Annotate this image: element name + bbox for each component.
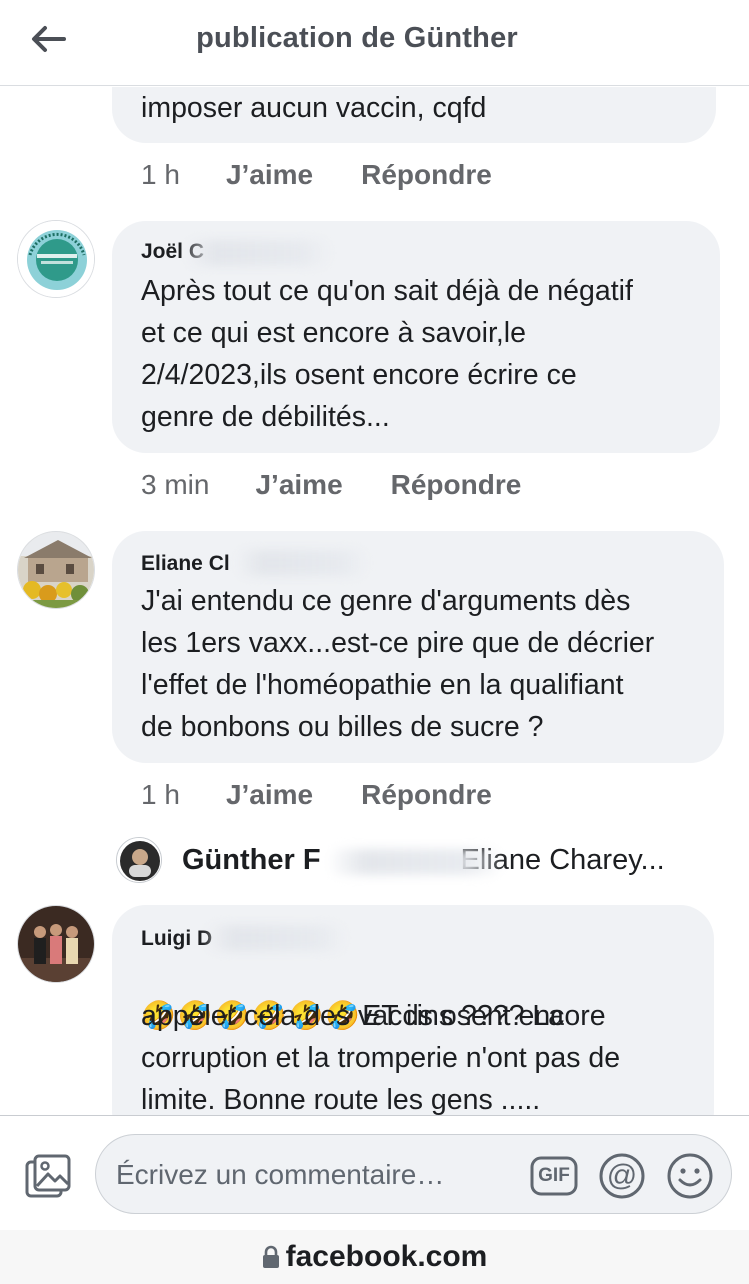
url-text: facebook.com	[285, 1240, 488, 1273]
badge-avatar-icon	[18, 221, 94, 297]
emoji-icon[interactable]	[666, 1152, 714, 1200]
comment-author[interactable]: Luigi D	[141, 927, 212, 951]
avatar	[116, 837, 162, 883]
comment-actions: 1 h J’aime Répondre	[141, 779, 540, 811]
redaction-blur	[330, 849, 502, 875]
top-bar: publication de Günther	[0, 0, 749, 86]
gif-icon[interactable]: GIF	[530, 1152, 578, 1200]
gif-label: GIF	[538, 1165, 570, 1186]
redaction-blur	[236, 550, 368, 576]
comments-feed[interactable]: imposer aucun vaccin, cqfd 1 h J’aime Ré…	[0, 87, 749, 1115]
mention-icon[interactable]: @	[598, 1152, 646, 1200]
comment-text: imposer aucun vaccin, cqfd	[141, 92, 487, 124]
comment-time: 1 h	[141, 779, 180, 810]
comment-text: appeler cela des vaccins ???? La corrupt…	[141, 1000, 621, 1115]
redaction-blur	[186, 240, 331, 266]
like-button[interactable]: J’aime	[255, 469, 342, 501]
mention-label: @	[606, 1159, 638, 1192]
browser-url-bar[interactable]: facebook.com	[0, 1230, 749, 1284]
avatar[interactable]	[17, 531, 95, 609]
lock-icon	[262, 1245, 279, 1268]
reply-button[interactable]: Répondre	[361, 159, 492, 191]
comment-author[interactable]: Eliane Cl	[141, 552, 230, 576]
profile-photo-icon	[117, 838, 161, 882]
comment-actions: 3 min J’aime Répondre	[141, 469, 569, 501]
group-photo-avatar-icon	[18, 906, 94, 982]
comment-time: 3 min	[141, 469, 210, 500]
reply-button[interactable]: Répondre	[391, 469, 522, 501]
page-title: publication de Günther	[196, 22, 518, 54]
comment-text: Après tout ce qu'on sait déjà de négatif…	[141, 275, 633, 433]
reply-button[interactable]: Répondre	[361, 779, 492, 811]
avatar[interactable]	[17, 220, 95, 298]
reply-author: Günther F	[182, 843, 321, 876]
comment-input[interactable]	[116, 1153, 516, 1197]
avatar[interactable]	[17, 905, 95, 983]
like-button[interactable]: J’aime	[226, 779, 313, 811]
like-button[interactable]: J’aime	[226, 159, 313, 191]
house-photo-avatar-icon	[18, 532, 94, 608]
comment-input-container[interactable]: GIF @	[95, 1134, 732, 1214]
comment-text: J'ai entendu ce genre d'arguments dès le…	[141, 585, 655, 743]
comment-time: 1 h	[141, 159, 180, 190]
comment-composer: GIF @	[0, 1115, 749, 1230]
photo-icon[interactable]	[24, 1152, 74, 1202]
redaction-blur	[206, 925, 346, 951]
comment-actions: 1 h J’aime Répondre	[141, 159, 540, 191]
